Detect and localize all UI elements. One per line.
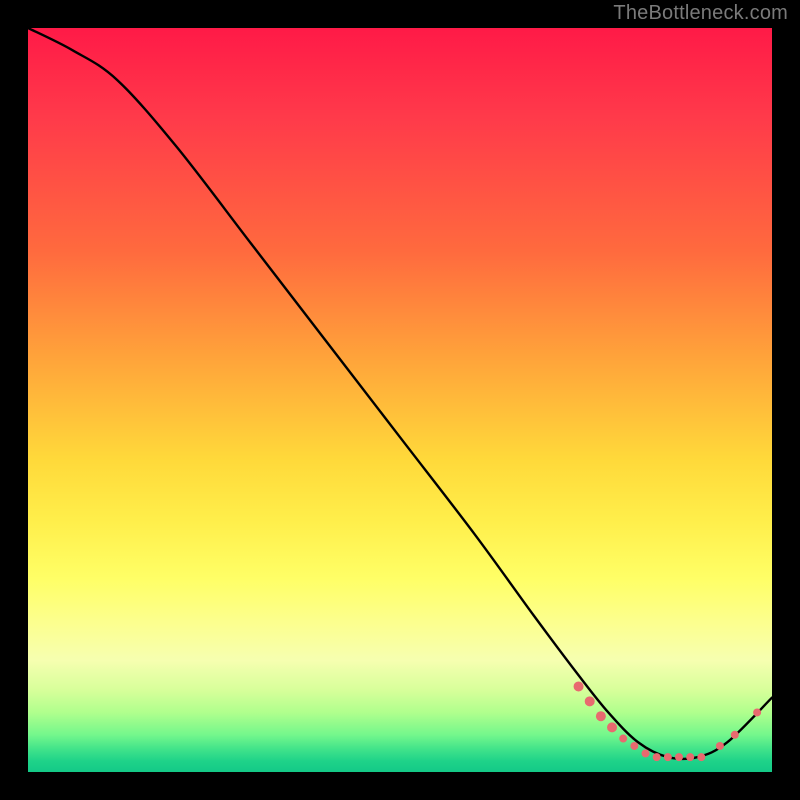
chart-svg <box>28 28 772 772</box>
data-marker <box>697 753 705 761</box>
watermark-label: TheBottleneck.com <box>613 2 788 25</box>
curve-line <box>28 28 772 759</box>
plot-area <box>28 28 772 772</box>
data-marker <box>642 749 650 757</box>
data-marker <box>630 742 638 750</box>
marker-group <box>574 681 762 761</box>
data-marker <box>619 735 627 743</box>
data-marker <box>675 753 683 761</box>
data-marker <box>596 711 606 721</box>
data-marker <box>607 722 617 732</box>
data-marker <box>653 753 661 761</box>
data-marker <box>585 696 595 706</box>
chart-stage: TheBottleneck.com <box>0 0 800 800</box>
data-marker <box>731 731 739 739</box>
data-marker <box>574 681 584 691</box>
data-marker <box>686 753 694 761</box>
data-marker <box>664 753 672 761</box>
data-marker <box>716 742 724 750</box>
data-marker <box>753 708 761 716</box>
